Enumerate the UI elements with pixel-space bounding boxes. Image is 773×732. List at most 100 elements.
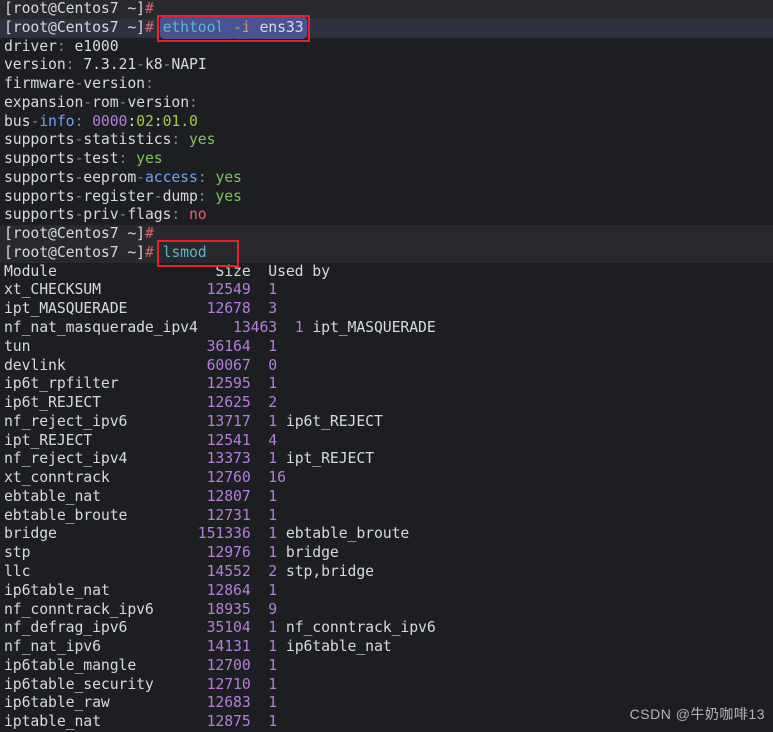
terminal-line: supports-priv-flags: no xyxy=(0,206,773,225)
terminal-line: ebtable_nat 12807 1 xyxy=(0,488,773,507)
terminal-text: 1 xyxy=(268,656,278,674)
terminal-text: 1 xyxy=(268,638,278,656)
terminal-line: version: 7.3.21-k8-NAPI xyxy=(0,56,773,75)
terminal-text: xt_conntrack xyxy=(4,469,181,487)
terminal-text: 18935 xyxy=(180,600,251,618)
terminal-line: driver: e1000 xyxy=(0,38,773,57)
terminal-text: # xyxy=(144,243,154,261)
terminal-text: no xyxy=(189,206,207,224)
terminal-text: : xyxy=(118,150,128,168)
terminal-line: [root@Centos7 ~]# lsmod xyxy=(0,240,773,267)
terminal-text: 36164 xyxy=(180,337,251,355)
terminal-text: nf_conntrack_ipv6 xyxy=(277,619,436,637)
terminal-text: version xyxy=(4,56,66,74)
terminal-line: stp 12976 1 bridge xyxy=(0,544,773,563)
terminal-text: 12875 xyxy=(180,713,251,731)
terminal-text: dump xyxy=(162,187,198,205)
terminal-text: test xyxy=(83,150,119,168)
terminal-text: 12710 xyxy=(180,675,251,693)
terminal-text: nf_defrag_ipv6 xyxy=(4,619,181,637)
terminal-text: [root@Centos7 ~] xyxy=(4,18,145,36)
terminal-text: bus xyxy=(4,112,31,130)
terminal-line: ip6t_rpfilter 12595 1 xyxy=(0,375,773,394)
terminal-text: ip6table_mangle xyxy=(4,656,181,674)
terminal-text: tun xyxy=(4,337,181,355)
terminal-text: : xyxy=(189,93,198,111)
terminal-line: bus-info: 0000:02:01.0 xyxy=(0,113,773,132)
terminal-text: 1 xyxy=(268,506,278,524)
terminal-text: 1 xyxy=(294,319,304,337)
terminal-text: ip6t_REJECT xyxy=(4,394,181,412)
terminal-text: lsmod xyxy=(162,243,207,261)
terminal-text: - xyxy=(153,187,163,205)
terminal-line: ipt_MASQUERADE 12678 3 xyxy=(0,300,773,319)
terminal-line: [root@Centos7 ~]# ethtool -i ens33 xyxy=(0,14,773,42)
terminal-line: devlink 60067 0 xyxy=(0,357,773,376)
terminal-text: 1 xyxy=(268,375,278,393)
terminal-text: [root@Centos7 ~] xyxy=(4,225,145,243)
terminal-text: eeprom xyxy=(83,168,137,186)
terminal-text: 1 xyxy=(268,281,278,299)
terminal-text: 13463 xyxy=(206,319,278,337)
terminal-text: -i xyxy=(233,18,251,36)
terminal-text: access xyxy=(144,168,198,186)
terminal-text: ip6table_raw xyxy=(4,694,181,712)
terminal-text: 12864 xyxy=(180,581,251,599)
terminal-text: [root@Centos7 ~] xyxy=(4,0,145,17)
terminal-text: NAPI xyxy=(171,56,207,74)
terminal-text: 12549 xyxy=(180,281,251,299)
terminal-text: 01.0 xyxy=(162,112,198,130)
terminal-text: ipt_REJECT xyxy=(4,431,181,449)
terminal-text: bridge xyxy=(277,544,339,562)
terminal-text: 1 xyxy=(268,675,278,693)
terminal-text: 1 xyxy=(268,694,278,712)
terminal-text: priv xyxy=(83,206,119,224)
terminal-text: 1 xyxy=(268,619,278,637)
terminal-text: yes xyxy=(189,131,216,149)
annotation-box: ethtool -i ens33 xyxy=(156,14,310,42)
terminal-text: 16 xyxy=(268,469,286,487)
terminal-line: firmware-version: xyxy=(0,75,773,94)
terminal-text: supports xyxy=(4,187,75,205)
terminal-text: 12976 xyxy=(180,544,251,562)
terminal-text: 0 xyxy=(268,356,278,374)
watermark: CSDN @牛奶咖啡13 xyxy=(629,706,765,722)
terminal-line: ip6t_REJECT 12625 2 xyxy=(0,394,773,413)
terminal-text: ip6t_rpfilter xyxy=(4,375,181,393)
terminal-text: : xyxy=(144,75,154,93)
terminal-line: supports-statistics: yes xyxy=(0,131,773,150)
terminal-text: version xyxy=(83,75,145,93)
terminal-line: llc 14552 2 stp,bridge xyxy=(0,563,773,582)
terminal-line: tun 36164 1 xyxy=(0,338,773,357)
terminal-line: Module Size Used by xyxy=(0,263,773,282)
terminal-text: 9 xyxy=(268,600,278,618)
terminal-text: 1 xyxy=(268,525,278,543)
terminal-text: 1 xyxy=(268,713,278,731)
terminal-text: ip6table_security xyxy=(4,675,181,693)
terminal-line: bridge 151336 1 ebtable_broute xyxy=(0,525,773,544)
terminal-line: nf_reject_ipv4 13373 1 ipt_REJECT xyxy=(0,450,773,469)
terminal-text: 12731 xyxy=(180,506,251,524)
terminal-text: supports xyxy=(4,206,75,224)
terminal-text: llc xyxy=(4,562,181,580)
terminal-line: expansion-rom-version: xyxy=(0,94,773,113)
terminal-text: 2 xyxy=(268,394,278,412)
terminal-text: 12760 xyxy=(180,469,251,487)
terminal-text: 7.3.21 xyxy=(74,56,137,74)
terminal-text: - xyxy=(74,206,84,224)
terminal-text: info xyxy=(39,112,75,130)
terminal-line: ip6table_mangle 12700 1 xyxy=(0,657,773,676)
terminal-text: k8 xyxy=(144,56,163,74)
